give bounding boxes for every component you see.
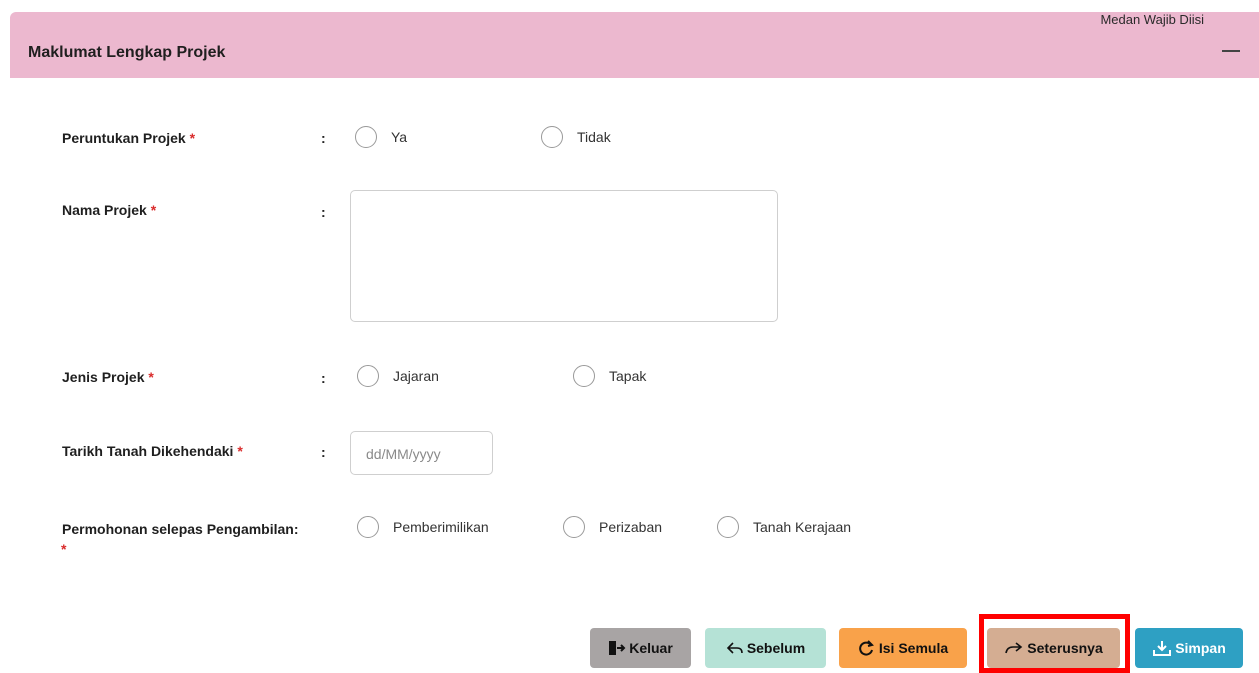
seterusnya-label: Seterusnya [1027, 640, 1103, 656]
tarikh-date-input[interactable]: dd/MM/yyyy [350, 431, 493, 475]
radio-tapak[interactable]: Tapak [573, 365, 646, 387]
colon: : [321, 204, 326, 220]
panel-title: Maklumat Lengkap Projek [28, 44, 226, 61]
nama-projek-textarea[interactable] [350, 190, 778, 322]
radio-circle[interactable] [541, 126, 563, 148]
colon: : [321, 444, 326, 460]
required-mark: * [148, 369, 154, 385]
download-icon [1153, 641, 1172, 656]
radio-circle[interactable] [573, 365, 595, 387]
isi-semula-button[interactable]: Isi Semula [839, 628, 967, 668]
page: Maklumat Lengkap Projek Medan Wajib Diis… [0, 0, 1259, 673]
radio-label: Ya [391, 129, 408, 145]
radio-circle[interactable] [357, 365, 379, 387]
radio-jajaran[interactable]: Jajaran [357, 365, 439, 387]
seterusnya-button[interactable]: Seterusnya [987, 628, 1120, 668]
radio-label: Tapak [609, 368, 647, 384]
forward-arrow-icon [1005, 642, 1023, 654]
colon: : [321, 370, 326, 386]
radio-label: Tanah Kerajaan [753, 519, 852, 535]
collapse-icon[interactable] [1221, 38, 1243, 60]
radio-ya[interactable]: Ya [355, 126, 407, 148]
field-label-tarikh: Tarikh Tanah Dikehendaki * [62, 443, 243, 459]
field-label-jenis: Jenis Projek * [62, 369, 154, 385]
radio-label: Pemberimilikan [393, 519, 489, 535]
radio-label: Jajaran [393, 368, 439, 384]
required-mark: * [237, 443, 243, 459]
sebelum-label: Sebelum [746, 640, 806, 656]
radio-perizaban[interactable]: Perizaban [563, 516, 662, 538]
simpan-label: Simpan [1175, 640, 1226, 656]
radio-tanah-kerajaan[interactable]: Tanah Kerajaan [717, 516, 851, 538]
radio-label: Tidak [577, 129, 611, 145]
field-label-permohonan: Permohonan selepas Pengambilan: [62, 521, 299, 537]
radio-circle[interactable] [717, 516, 739, 538]
colon: : [321, 130, 326, 146]
radio-circle[interactable] [357, 516, 379, 538]
panel-header: Maklumat Lengkap Projek Medan Wajib Diis… [10, 12, 1259, 78]
keluar-button[interactable]: Keluar [590, 628, 691, 668]
radio-pemberimilikan[interactable]: Pemberimilikan [357, 516, 489, 538]
radio-circle[interactable] [355, 126, 377, 148]
radio-label: Perizaban [599, 519, 663, 535]
field-label-peruntukan: Peruntukan Projek * [62, 130, 196, 146]
radio-circle[interactable] [563, 516, 585, 538]
required-mark: * [189, 130, 196, 146]
isi-semula-label: Isi Semula [878, 640, 949, 656]
required-mark-permohonan: * [61, 541, 67, 557]
field-label-nama: Nama Projek * [62, 202, 157, 218]
required-note: Medan Wajib Diisi [1100, 12, 1204, 27]
keluar-label: Keluar [629, 640, 673, 656]
simpan-button[interactable]: Simpan [1135, 628, 1243, 668]
exit-icon [609, 641, 626, 655]
sebelum-button[interactable]: Sebelum [705, 628, 826, 668]
refresh-icon [859, 640, 874, 656]
required-mark: * [150, 202, 157, 218]
radio-tidak[interactable]: Tidak [541, 126, 611, 148]
reply-arrow-icon [726, 642, 743, 654]
